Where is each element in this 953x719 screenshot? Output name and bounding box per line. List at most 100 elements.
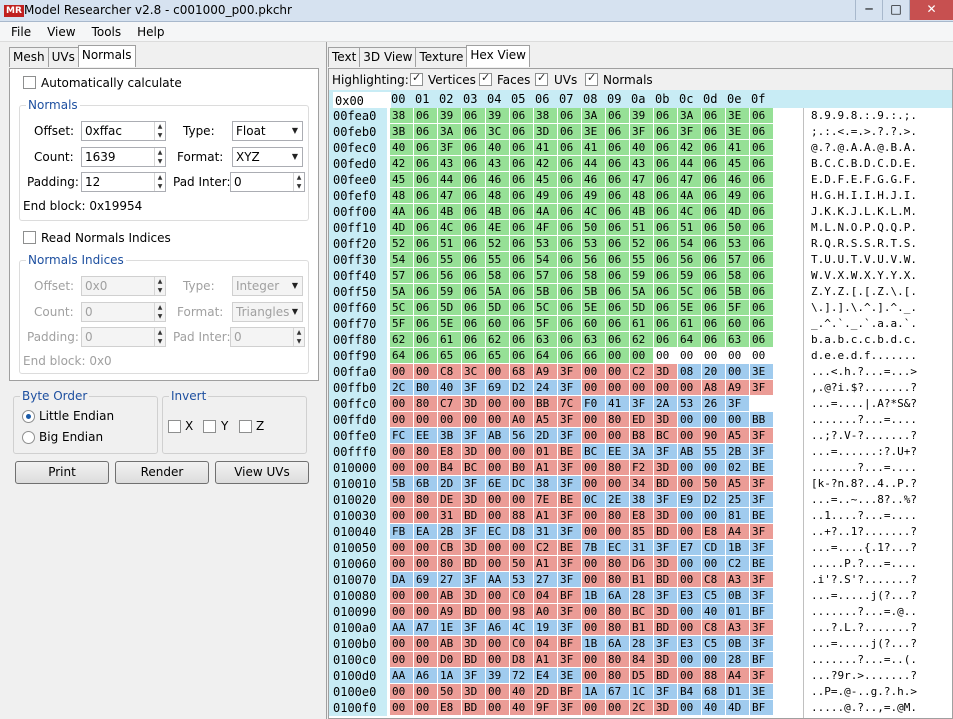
hex-byte[interactable]: 56 (510, 428, 533, 443)
hex-byte[interactable]: 0B (726, 636, 749, 651)
hex-byte[interactable]: 00 (678, 700, 701, 715)
hex-byte[interactable]: 80 (606, 460, 629, 475)
hex-byte[interactable]: 5B (534, 284, 557, 299)
hex-byte[interactable]: 57 (534, 268, 557, 283)
hex-byte[interactable]: FC (390, 428, 413, 443)
hex-byte[interactable]: 53 (726, 236, 749, 251)
hex-byte[interactable]: 00 (390, 684, 413, 699)
hex-byte[interactable]: A5 (726, 476, 749, 491)
hex-byte[interactable]: 06 (702, 156, 725, 171)
hex-byte[interactable]: 3F (750, 380, 773, 395)
hex-byte[interactable]: 51 (630, 220, 653, 235)
hex-byte[interactable]: 3D (654, 460, 677, 475)
hex-byte[interactable]: 63 (582, 332, 605, 347)
hex-byte[interactable]: 3F (558, 476, 581, 491)
render-button[interactable]: Render (115, 461, 209, 484)
hex-byte[interactable]: 06 (510, 172, 533, 187)
hex-byte[interactable]: 4B (438, 204, 461, 219)
hex-byte[interactable]: AB (438, 636, 461, 651)
invert-y-checkbox[interactable] (203, 420, 216, 433)
hex-byte[interactable]: 43 (630, 156, 653, 171)
hex-byte[interactable]: 06 (654, 284, 677, 299)
hex-byte[interactable]: 3E (750, 684, 773, 699)
hex-byte[interactable]: BD (462, 508, 485, 523)
hex-byte[interactable]: 3F (726, 396, 749, 411)
hex-byte[interactable]: 00 (606, 428, 629, 443)
hex-byte[interactable]: 00 (582, 380, 605, 395)
hex-byte[interactable]: 06 (414, 236, 437, 251)
hex-byte[interactable]: 06 (606, 220, 629, 235)
hex-byte[interactable]: BB (750, 412, 773, 427)
hex-byte[interactable]: 06 (510, 124, 533, 139)
hex-byte[interactable]: 7C (558, 396, 581, 411)
hex-byte[interactable]: 00 (702, 460, 725, 475)
hex-byte[interactable]: E7 (678, 540, 701, 555)
auto-calculate-checkbox[interactable] (23, 76, 36, 89)
hex-byte[interactable]: 00 (606, 700, 629, 715)
hex-byte[interactable]: 65 (438, 348, 461, 363)
hex-byte[interactable]: E3 (678, 636, 701, 651)
minimize-icon[interactable]: ─ (855, 0, 882, 20)
highlight-faces-checkbox[interactable] (479, 71, 492, 86)
hex-byte[interactable]: 4A (390, 204, 413, 219)
hex-byte[interactable]: 3D (462, 444, 485, 459)
hex-byte[interactable]: 3F (462, 476, 485, 491)
hex-byte[interactable]: 00 (606, 364, 629, 379)
hex-byte[interactable]: 00 (654, 380, 677, 395)
hex-byte[interactable]: 01 (726, 604, 749, 619)
hex-byte[interactable]: 42 (678, 140, 701, 155)
hex-byte[interactable]: 3F (462, 524, 485, 539)
hex-byte[interactable]: 3F (558, 652, 581, 667)
hex-byte[interactable]: 00 (390, 588, 413, 603)
hex-byte[interactable]: 3D (654, 556, 677, 571)
hex-byte[interactable]: 53 (510, 572, 533, 587)
hex-byte[interactable]: 46 (486, 172, 509, 187)
hex-byte[interactable]: C8 (438, 364, 461, 379)
hex-byte[interactable]: 06 (510, 300, 533, 315)
hex-byte[interactable]: 04 (534, 636, 557, 651)
hex-byte[interactable]: EC (606, 540, 629, 555)
hex-byte[interactable]: BE (750, 556, 773, 571)
hex-byte[interactable]: 41 (534, 140, 557, 155)
hex-byte[interactable]: 06 (654, 124, 677, 139)
hex-byte[interactable]: 90 (702, 428, 725, 443)
hex-byte[interactable]: 00 (390, 700, 413, 715)
hex-byte[interactable]: 00 (390, 364, 413, 379)
hex-byte[interactable]: 00 (630, 348, 653, 363)
hex-byte[interactable]: 80 (606, 572, 629, 587)
hex-byte[interactable]: BF (558, 588, 581, 603)
hex-byte[interactable]: 80 (606, 508, 629, 523)
hex-byte[interactable]: 06 (750, 236, 773, 251)
hex-byte[interactable]: 47 (630, 172, 653, 187)
pad-inter-input[interactable]: 0 ▲ ▼ (230, 172, 305, 192)
hex-byte[interactable]: 06 (654, 108, 677, 123)
hex-byte[interactable]: BD (462, 700, 485, 715)
hex-byte[interactable]: 00 (390, 556, 413, 571)
hex-byte[interactable]: 3D (654, 604, 677, 619)
hex-byte[interactable]: 06 (558, 348, 581, 363)
hex-byte[interactable]: BC (582, 444, 605, 459)
hex-byte[interactable]: C7 (438, 396, 461, 411)
hex-byte[interactable]: 00 (630, 380, 653, 395)
hex-byte[interactable]: 50 (510, 556, 533, 571)
hex-byte[interactable]: 06 (558, 332, 581, 347)
hex-byte[interactable]: 3A (678, 108, 701, 123)
hex-byte[interactable]: E4 (534, 668, 557, 683)
hex-byte[interactable]: 00 (582, 700, 605, 715)
hex-byte[interactable]: 31 (630, 540, 653, 555)
hex-byte[interactable]: 06 (558, 140, 581, 155)
hex-byte[interactable]: 40 (510, 684, 533, 699)
hex-byte[interactable]: 06 (510, 284, 533, 299)
hex-byte[interactable]: 4B (630, 204, 653, 219)
hex-byte[interactable]: 52 (390, 236, 413, 251)
hex-byte[interactable]: 3A (582, 108, 605, 123)
hex-byte[interactable]: 06 (558, 220, 581, 235)
hex-byte[interactable]: E8 (702, 524, 725, 539)
hex-byte[interactable]: 06 (414, 188, 437, 203)
hex-byte[interactable]: 1A (438, 668, 461, 683)
hex-byte[interactable]: BD (462, 652, 485, 667)
hex-byte[interactable]: 06 (414, 332, 437, 347)
hex-byte[interactable]: 3B (390, 124, 413, 139)
hex-byte[interactable]: 06 (558, 204, 581, 219)
hex-byte[interactable]: 06 (750, 188, 773, 203)
